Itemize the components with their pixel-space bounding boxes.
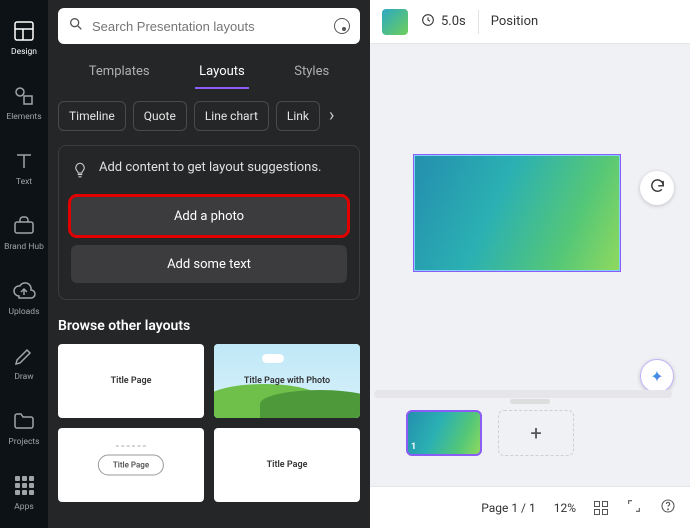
chip-timeline[interactable]: Timeline [58,101,126,131]
horizontal-scrollbar[interactable] [374,390,672,398]
sidebar-label: Brand Hub [4,242,44,252]
lightbulb-icon [71,160,89,183]
refresh-icon [649,178,666,199]
refresh-button[interactable] [640,171,674,205]
panel-tabs: Templates Layouts Styles [48,52,370,89]
page-indicator[interactable]: Page 1 / 1 [481,501,536,515]
icon-sidebar: Design Elements Text Brand Hub Uploads D… [0,0,48,528]
duration-button[interactable]: 5.0s [420,12,466,32]
layout-icon [12,19,36,43]
layout-grid: Title Page Title Page with Photo Title P… [58,344,360,502]
sidebar-label: Projects [8,437,39,447]
layout-thumb[interactable]: Title Page [58,344,204,418]
category-chips: Timeline Quote Line chart Link › [58,101,360,131]
search-icon [68,16,84,36]
clock-icon [420,12,436,32]
sidebar-item-brand-hub[interactable]: Brand Hub [0,201,48,264]
layout-thumb-label: Title Page [111,376,152,386]
folder-icon [12,409,36,433]
page-number-badge: 1 [411,442,416,452]
sidebar-label: Draw [14,372,33,382]
sidebar-label: Uploads [8,307,39,317]
briefcase-icon [12,214,36,238]
layout-thumb-label: Title Page [267,460,308,470]
chip-line-chart[interactable]: Line chart [194,101,269,131]
sidebar-item-uploads[interactable]: Uploads [0,266,48,329]
layout-thumb[interactable]: Title Page [58,428,204,502]
cloud-upload-icon [12,279,36,303]
canvas-stage[interactable]: ✦ 1 + [370,44,690,486]
position-button[interactable]: Position [491,14,538,29]
sparkle-icon: ✦ [650,367,663,386]
tab-templates[interactable]: Templates [85,56,154,89]
layout-thumb[interactable]: Title Page with Photo [214,344,360,418]
sidebar-label: Apps [14,502,33,512]
sidebar-item-apps[interactable]: Apps [0,461,48,524]
add-text-button[interactable]: Add some text [71,245,347,283]
duration-value: 5.0s [441,14,466,29]
zoom-level[interactable]: 12% [554,501,576,515]
apps-icon [12,474,36,498]
layout-thumb[interactable]: Title Page [214,428,360,502]
sidebar-item-design[interactable]: Design [0,6,48,69]
toolbar-divider [478,10,479,34]
add-photo-button[interactable]: Add a photo [71,197,347,235]
status-bar: Page 1 / 1 12% [370,486,690,528]
tab-styles[interactable]: Styles [290,56,333,89]
grid-icon [594,501,608,515]
grid-view-button[interactable] [594,501,608,515]
chips-scroll-right[interactable]: › [327,107,336,125]
canvas-toolbar: 5.0s Position [370,0,690,44]
pencil-icon [12,344,36,368]
text-icon [12,149,36,173]
search-bar[interactable] [58,8,360,44]
sidebar-item-draw[interactable]: Draw [0,331,48,394]
selected-element[interactable] [413,154,621,272]
suggestion-message: Add content to get layout suggestions. [99,160,321,175]
fullscreen-button[interactable] [626,498,642,517]
browse-heading: Browse other layouts [58,318,360,334]
sidebar-label: Elements [6,112,41,122]
fill-color-swatch[interactable] [382,9,408,35]
page-thumbnail[interactable]: 1 [406,410,482,456]
sidebar-item-text[interactable]: Text [0,136,48,199]
search-input[interactable] [92,19,326,34]
magic-button[interactable]: ✦ [640,359,674,393]
canvas-area: 5.0s Position ✦ 1 + Page 1 / 1 12% [370,0,690,528]
sidebar-item-projects[interactable]: Projects [0,396,48,459]
color-filter-icon[interactable] [334,18,350,34]
layout-thumb-label: Title Page [98,455,164,476]
sidebar-label: Design [11,47,37,57]
add-page-button[interactable]: + [498,410,574,456]
help-icon [660,498,676,517]
sidebar-label: Text [16,177,32,187]
page-strip-handle[interactable] [510,399,550,404]
page-thumbnail-strip: 1 + [406,410,574,456]
help-button[interactable] [660,498,676,517]
shapes-icon [12,84,36,108]
suggestion-box: Add content to get layout suggestions. A… [58,145,360,300]
expand-icon [626,498,642,517]
layout-thumb-label: Title Page with Photo [244,376,330,386]
chip-link[interactable]: Link [276,101,320,131]
side-panel: Templates Layouts Styles Timeline Quote … [48,0,370,528]
sidebar-item-elements[interactable]: Elements [0,71,48,134]
tab-layouts[interactable]: Layouts [195,56,249,89]
chip-quote[interactable]: Quote [133,101,187,131]
